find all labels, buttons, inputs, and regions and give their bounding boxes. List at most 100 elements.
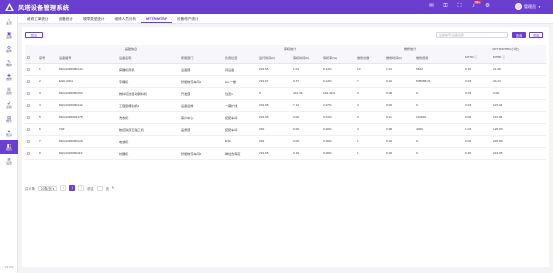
row-checkbox[interactable] (25, 123, 37, 136)
table-cell: 7.12 (291, 99, 321, 112)
column-header: 维修费用 (414, 52, 464, 64)
tab[interactable]: 设备统计 (54, 14, 78, 23)
sidebar-item-label: 知识 (6, 132, 12, 137)
fullscreen-icon[interactable]: ⛶ (456, 3, 463, 10)
table-cell: 0 (414, 87, 464, 100)
sidebar-item-label: 维修 (6, 76, 12, 81)
sidebar-item[interactable]: ☰ 巡检 (0, 84, 18, 98)
column-header: MTTR ⓘ (463, 52, 492, 64)
next-page-button[interactable]: › (78, 185, 85, 191)
table-cell: 0.14% (321, 75, 355, 88)
info-icon[interactable]: ⓘ (474, 55, 477, 59)
row-checkbox[interactable] (25, 63, 37, 76)
table-cell: 6 (37, 123, 57, 136)
select-all-checkbox[interactable] (25, 52, 37, 64)
header-group-select (25, 45, 37, 52)
table-cell: 3 (355, 87, 384, 100)
table-cell: 智能物流车间2 (179, 147, 223, 160)
sidebar-item[interactable]: ⌂ 主页 (0, 14, 18, 28)
sidebar-item[interactable]: ✲ 设置 (0, 154, 18, 168)
table-cell: 7 (37, 135, 57, 148)
table-cell: 219.95 (257, 147, 291, 160)
sidebar-item[interactable]: ✔ 点检 (0, 98, 18, 112)
sidebar-item[interactable]: ◧ 报表 (0, 140, 18, 154)
pagination: 共 8 条 20条/页 ▾ ‹ 1 › 前往 页 ↻ (25, 185, 114, 191)
sidebar-item[interactable]: ⚙ 备件 (0, 42, 18, 56)
table-row[interactable]: 6 T3# 数控铣床五轴工机 品质部 装配车间 240 0.00 0.00% 2 2.08 4000… (25, 123, 547, 136)
table-row[interactable]: 7 DEV2020080128 电波机 E30 240 0.00 0.00% 1 0.02 0 0.… (25, 135, 547, 148)
table-row[interactable]: 8 DEV2020080119 纺翻机 智能物流车间2 弹性仓库区 219.95 0.15 0… (25, 147, 547, 160)
table-cell: DEV2020080128 (57, 135, 117, 148)
column-header: 序号 (37, 52, 57, 64)
column-header: MTBF ⓘ (491, 52, 547, 64)
table-row[interactable]: 4 DEV2020080142 工程型槽割机2 设备运维 一期扩线 232.08 7.12 2… (25, 99, 547, 112)
chat-icon[interactable]: ✉ (428, 3, 435, 10)
chevron-down-icon: ▼ (538, 4, 541, 9)
page-size-select[interactable]: 20条/页 ▾ (37, 185, 58, 191)
column-header: 维修时间(h) (384, 52, 414, 64)
table-cell: 洗衣机 (117, 111, 179, 124)
tab[interactable]: 故障类型统计 (78, 14, 110, 23)
table-cell: 弹性仓库区 (223, 147, 257, 160)
bell-icon[interactable]: ♪ 99+ (470, 0, 481, 10)
refresh-icon[interactable]: ↻ (112, 186, 115, 190)
table-cell: 110020 (414, 111, 464, 124)
row-checkbox[interactable] (25, 75, 37, 88)
table-cell: 2 (37, 75, 57, 88)
lock-icon[interactable]: ⚿ (442, 3, 449, 10)
search-input[interactable]: 设备编号/设备名称 (436, 32, 508, 38)
tab[interactable]: 维修工单统计 (22, 14, 54, 23)
table-row[interactable]: 5 DEV2020081478 洗衣机 客户中心 装配车间 219.98 0.02 0.01%… (25, 111, 547, 124)
sidebar-item-label: 设备 (6, 34, 12, 39)
user-menu[interactable]: 管理员 ▼ (515, 3, 541, 10)
settings-icon[interactable]: ⚙ (484, 3, 491, 10)
table-cell: 0.22 (384, 75, 414, 88)
tab[interactable]: 维修人员分析 (110, 14, 142, 23)
sidebar-item-label: 设置 (6, 160, 12, 165)
page-number-button[interactable]: 1 (69, 185, 76, 191)
table-cell: 0.06 (463, 111, 492, 124)
export-button[interactable]: 导出 (25, 32, 43, 38)
table-cell: DEV2020080153 (57, 87, 117, 100)
column-header: 负责位置 (223, 52, 257, 64)
info-icon[interactable]: ⓘ (501, 55, 505, 59)
column-header-label: 设备编号 (59, 55, 72, 60)
table-cell: DEV2020081478 (57, 111, 117, 124)
table-cell: 装配车间 (223, 111, 257, 124)
sidebar-item[interactable]: ▣ 设备 (0, 28, 18, 42)
table-row[interactable]: 1 DEV2020080144 雾翻机床机 设备部 待设备 219.56 1.01 0.43%… (25, 63, 547, 76)
sidebar-item[interactable]: ✎ 维护 (0, 56, 18, 70)
table-cell: 119.99 (491, 111, 547, 124)
table-row[interactable]: 3 DEV2020080153 物料切送自动钢料机 开发部 位置1 0 431.46 181.… (25, 87, 547, 100)
table-cell: 0.00% (321, 123, 355, 136)
goto-label: 前往 (87, 186, 94, 191)
sidebar-item-label: 备件 (6, 48, 12, 53)
table-cell: T3# (57, 123, 117, 136)
sidebar-item[interactable]: ✚ 维修 (0, 70, 18, 84)
table-cell: 0.15 (291, 147, 321, 160)
row-checkbox[interactable] (25, 111, 37, 124)
row-checkbox[interactable] (25, 147, 37, 160)
row-checkbox[interactable] (25, 99, 37, 112)
column-header: 所属部门 (179, 52, 223, 64)
tab[interactable]: 设备停产统计 (172, 14, 204, 23)
table-cell: ESK-0001 (57, 75, 117, 88)
table-row[interactable]: 2 ESK-0001 宇翻机 智能物流车间1 A1-一楼 219.67 0.37 0.14% 7… (25, 75, 547, 88)
sidebar-item[interactable]: ✦ 知识 (0, 126, 18, 140)
table-cell: 一期扩线 (223, 99, 257, 112)
table-cell: 3 (37, 87, 57, 100)
reset-button[interactable]: 重置 (529, 32, 543, 38)
row-checkbox[interactable] (25, 87, 37, 100)
table-cell: 0.11 (384, 111, 414, 124)
goto-page-input[interactable] (96, 185, 103, 191)
table-cell: A1-一楼 (223, 75, 257, 88)
sidebar-item[interactable]: ▤ 统计 (0, 112, 18, 126)
prev-page-button[interactable]: ‹ (60, 185, 67, 191)
tab[interactable]: MTTR/MTBF (141, 14, 173, 23)
header-group-basic: 基础信息 (37, 45, 223, 52)
row-checkbox[interactable] (25, 135, 37, 148)
table-cell: 232.08 (257, 99, 291, 112)
table-cell: 219.95 (491, 147, 547, 160)
query-button[interactable]: 查询 (512, 32, 526, 38)
table-cell: 0.03 (463, 87, 492, 100)
